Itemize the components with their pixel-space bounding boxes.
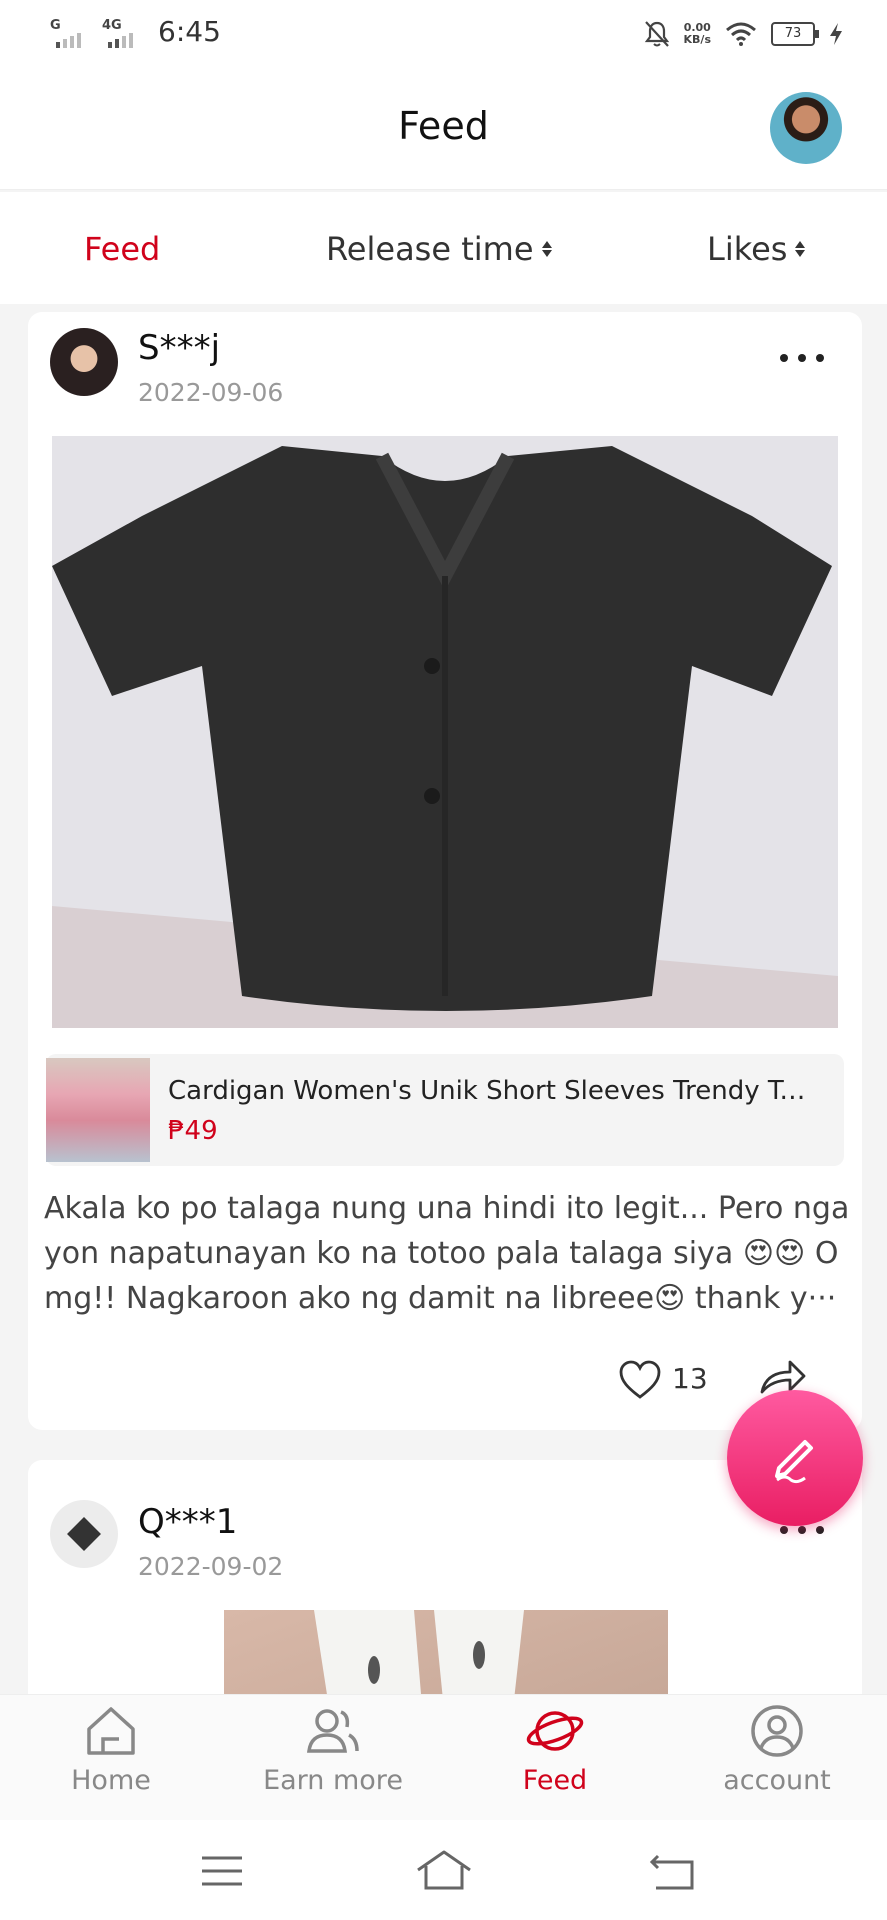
linked-product[interactable]: Cardigan Women's Unik Short Sleeves Tren… (46, 1054, 844, 1166)
sort-feed-tab[interactable]: Feed (84, 230, 160, 268)
post-date: 2022-09-06 (138, 378, 284, 407)
user-avatar[interactable] (770, 92, 842, 164)
post-card[interactable]: S***j 2022-09-06 Cardigan Women's Unik S… (28, 312, 862, 1430)
network-label-2: 4G (102, 18, 122, 33)
post-date: 2022-09-02 (138, 1552, 284, 1581)
product-price: ₱49 (168, 1116, 218, 1146)
page-title: Feed (398, 104, 489, 148)
status-bar: G 4G 6:45 0.00 KB/s 73 (0, 0, 887, 70)
sort-likes-label: Likes (707, 230, 788, 268)
back-icon[interactable] (644, 1846, 704, 1896)
sort-release-time-label: Release time (326, 230, 534, 268)
status-left: G 4G 6:45 (50, 14, 221, 48)
clock: 6:45 (158, 15, 221, 48)
tab-account-label: account (723, 1765, 831, 1796)
tab-home[interactable]: Home (0, 1695, 222, 1821)
wifi-icon (726, 22, 756, 46)
mute-icon (644, 21, 669, 47)
poster-avatar[interactable] (50, 1500, 118, 1568)
charging-icon (830, 23, 842, 45)
sort-likes[interactable]: Likes (707, 230, 806, 268)
users-icon (307, 1709, 359, 1753)
poster-username: Q***1 (138, 1502, 238, 1542)
product-title: Cardigan Women's Unik Short Sleeves Tren… (168, 1076, 808, 1106)
pencil-icon (775, 1440, 813, 1484)
tab-earn-more[interactable]: Earn more (222, 1695, 444, 1821)
home-icon (87, 1707, 135, 1755)
tab-account[interactable]: account (666, 1695, 887, 1821)
battery-icon: 73 (771, 22, 819, 46)
diamond-icon (67, 1517, 101, 1551)
post-text: Akala ko po talaga nung una hindi ito le… (44, 1191, 850, 1316)
account-icon (751, 1705, 803, 1757)
create-post-button[interactable] (727, 1390, 863, 1526)
menu-icon[interactable] (192, 1846, 252, 1896)
shirt-photo-graphic (52, 436, 838, 1028)
more-options-icon[interactable] (780, 1524, 824, 1536)
bottom-tab-bar: Home Earn more Feed account (0, 1694, 887, 1820)
more-options-icon[interactable] (780, 352, 824, 364)
nav-home-icon[interactable] (414, 1846, 474, 1896)
app-header: Feed (0, 70, 887, 190)
system-nav-bar (0, 1820, 887, 1920)
poster-username: S***j (138, 328, 221, 368)
like-count: 13 (672, 1362, 708, 1395)
poster-avatar[interactable] (50, 328, 118, 396)
sort-arrows-icon (795, 241, 806, 257)
product-thumbnail (46, 1058, 150, 1162)
network-label-1: G (50, 18, 61, 33)
tab-earn-more-label: Earn more (263, 1765, 403, 1796)
signal-4g-icon: 4G (102, 14, 142, 48)
net-speed-unit: KB/s (683, 33, 711, 46)
post-photo[interactable] (52, 436, 838, 1028)
heart-icon[interactable] (618, 1360, 662, 1400)
signal-icon: G (50, 14, 90, 48)
net-speed: 0.00 KB/s (684, 22, 711, 46)
planet-icon (526, 1711, 584, 1751)
sort-bar: Feed Release time Likes (0, 192, 887, 304)
sort-release-time[interactable]: Release time (326, 230, 552, 268)
tab-feed[interactable]: Feed (444, 1695, 666, 1821)
tab-feed-label: Feed (522, 1765, 588, 1796)
sort-feed-label: Feed (84, 230, 161, 268)
tab-home-label: Home (71, 1765, 151, 1796)
sort-arrows-icon (541, 241, 552, 257)
status-right: 0.00 KB/s 73 (644, 20, 843, 48)
